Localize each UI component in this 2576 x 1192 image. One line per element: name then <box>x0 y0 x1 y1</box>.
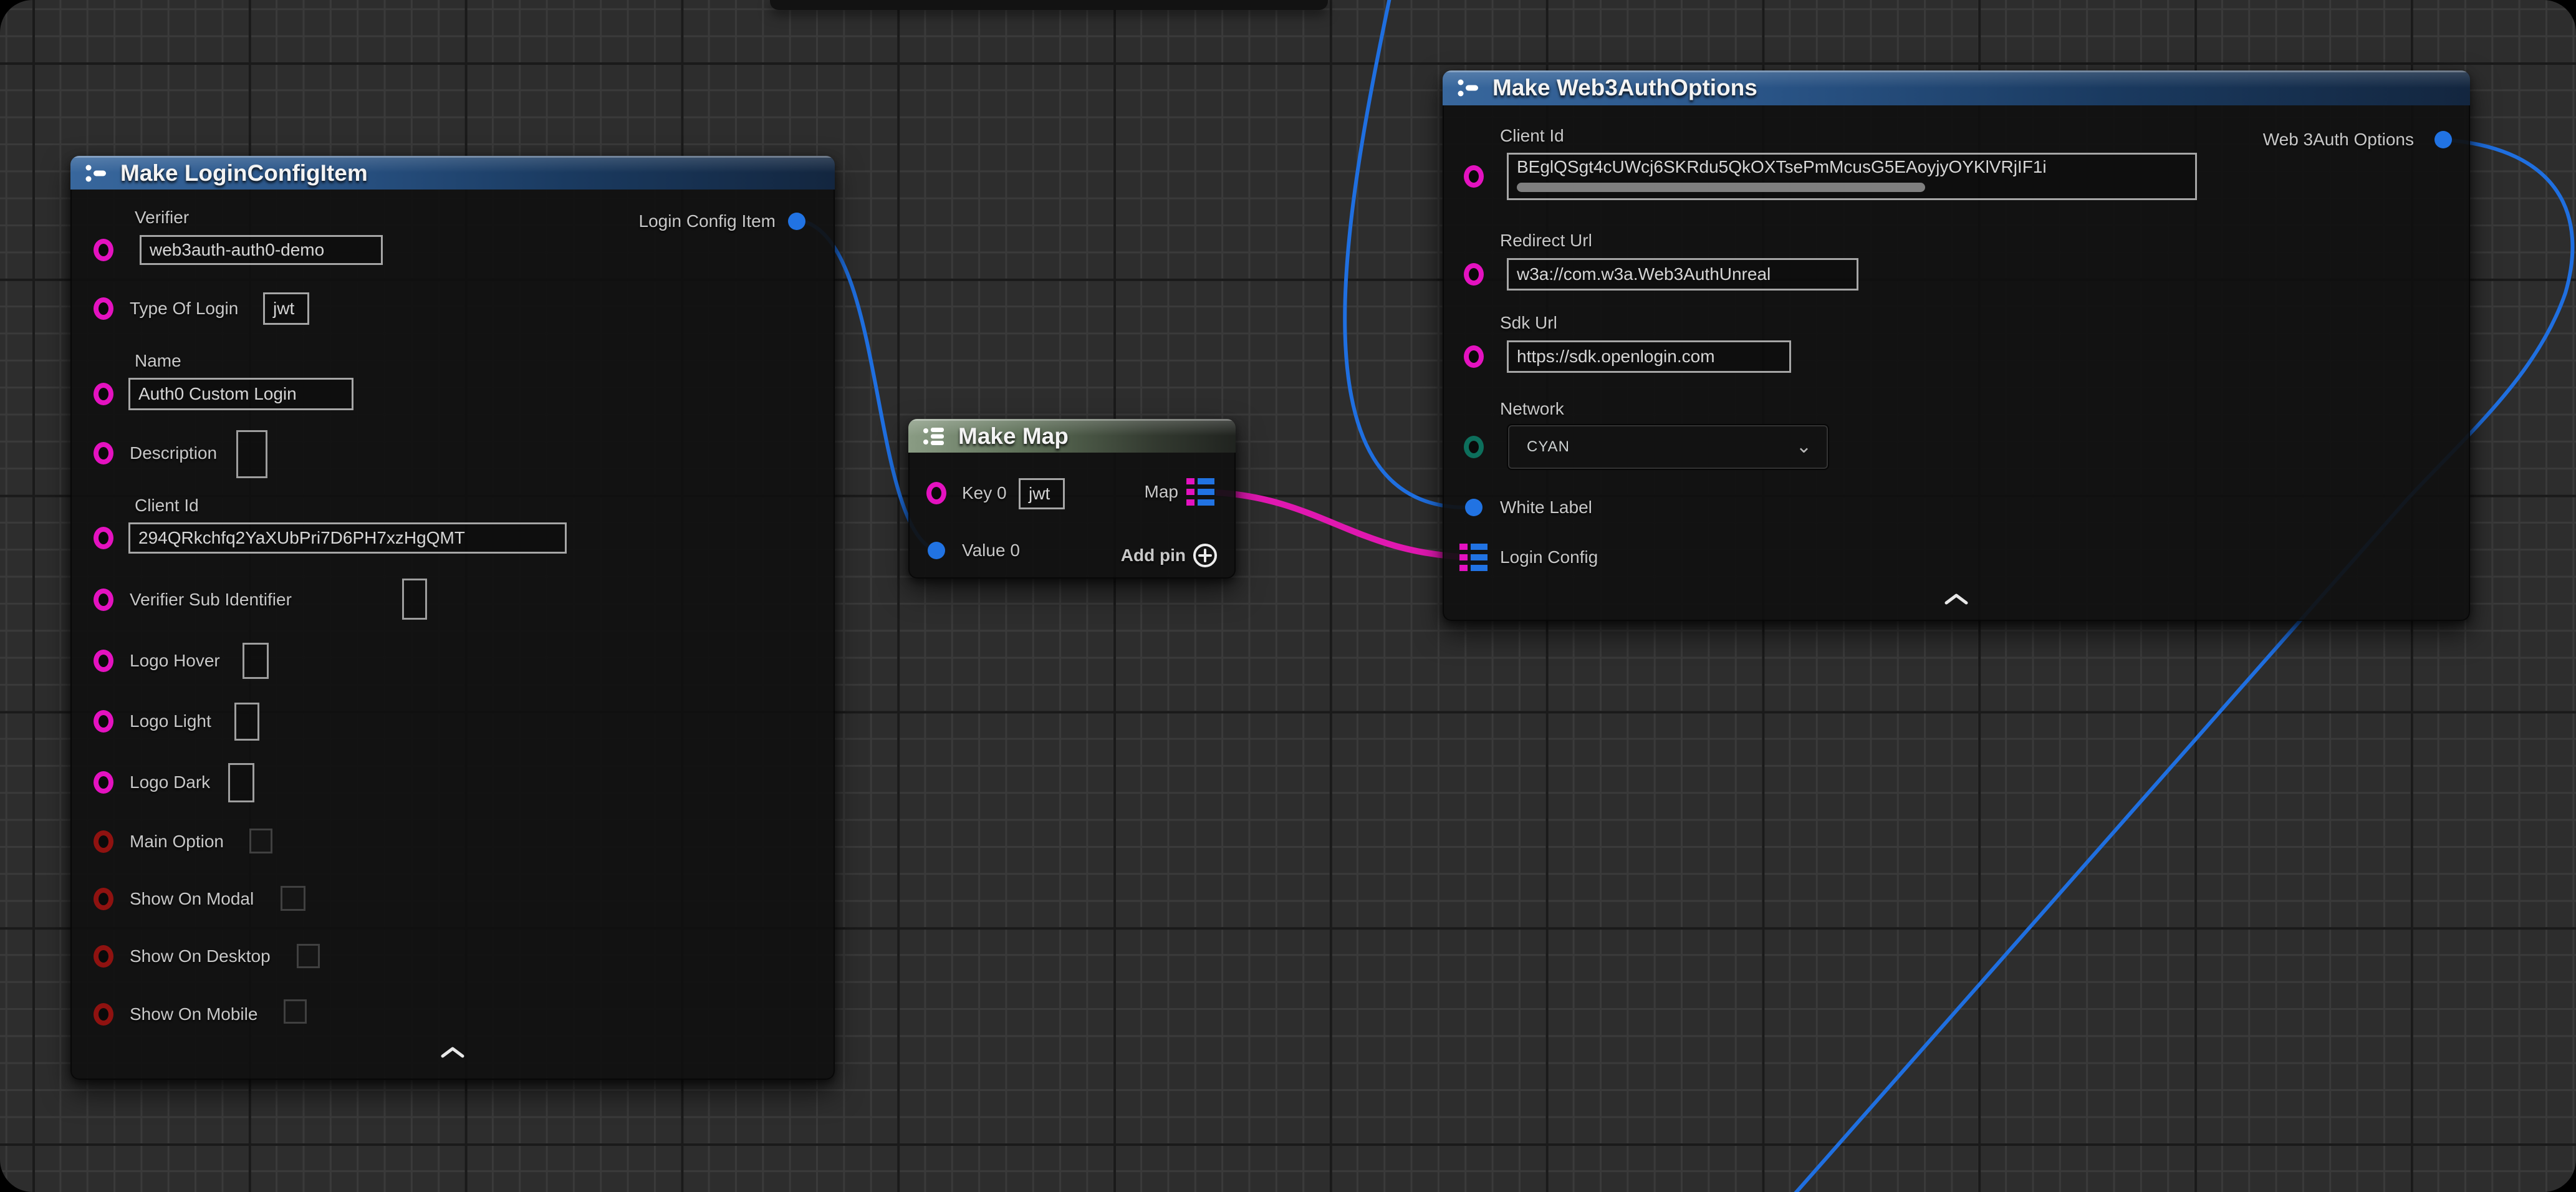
add-pin-label[interactable]: Add pin <box>1121 545 1186 566</box>
pin-client-id[interactable] <box>94 527 113 549</box>
show-on-modal-checkbox[interactable] <box>281 886 305 911</box>
node-make-map[interactable]: Make Map Key 0 jwt Map Value 0 Add pin <box>908 419 1236 579</box>
make-struct-icon <box>1456 75 1481 100</box>
pin-label-description: Description <box>130 443 217 464</box>
output-pin-label: Web 3Auth Options <box>2263 129 2414 150</box>
client-id-scrollbar[interactable] <box>1517 183 1925 192</box>
description-field[interactable] <box>236 430 267 478</box>
pin-label-verifier-sub-identifier: Verifier Sub Identifier <box>130 589 292 610</box>
node-make-loginconfigitem[interactable]: Make LoginConfigItem Login Config Item V… <box>70 156 835 1080</box>
pin-description[interactable] <box>94 442 113 464</box>
pin-show-on-desktop[interactable] <box>94 945 113 968</box>
pin-label-show-on-mobile: Show On Mobile <box>130 1004 257 1025</box>
name-value: Auth0 Custom Login <box>138 384 297 404</box>
add-pin-icon[interactable] <box>1192 542 1218 569</box>
pin-verifier[interactable] <box>94 239 113 261</box>
sdk-url-value: https://sdk.openlogin.com <box>1517 347 1715 367</box>
verifier-sub-identifier-field[interactable] <box>402 579 427 620</box>
show-on-desktop-checkbox[interactable] <box>297 944 320 968</box>
pin-label-name: Name <box>135 350 181 372</box>
main-option-checkbox[interactable] <box>249 829 272 853</box>
pin-redirect-url[interactable] <box>1464 263 1484 286</box>
node-header[interactable]: Make Web3AuthOptions <box>1443 70 2470 105</box>
redirect-url-field[interactable]: w3a://com.w3a.Web3AuthUnreal <box>1507 258 1858 291</box>
pin-label-key-0: Key 0 <box>962 483 1007 504</box>
client-id-field[interactable]: BEglQSgt4cUWcj6SKRdu5QkOXTsePmMcusG5EAoy… <box>1507 153 2197 200</box>
pin-network[interactable] <box>1464 436 1484 458</box>
pin-web3auth-options-output[interactable] <box>2434 131 2452 148</box>
pin-logo-light[interactable] <box>94 710 113 733</box>
verifier-field[interactable]: web3auth-auth0-demo <box>140 235 383 265</box>
node-make-web3authoptions[interactable]: Make Web3AuthOptions Web 3Auth Options C… <box>1443 70 2470 621</box>
key-0-value: jwt <box>1029 484 1050 504</box>
logo-hover-field[interactable] <box>243 643 269 679</box>
node-title: Make Map <box>958 419 1069 453</box>
make-struct-icon <box>84 161 109 186</box>
pin-label-main-option: Main Option <box>130 831 224 852</box>
pin-login-config-item-output[interactable] <box>788 213 805 230</box>
pin-show-on-modal[interactable] <box>94 888 113 910</box>
pin-label-white-label: White Label <box>1500 497 1592 518</box>
pin-white-label[interactable] <box>1465 499 1483 516</box>
sdk-url-field[interactable]: https://sdk.openlogin.com <box>1507 340 1791 373</box>
make-map-icon <box>922 424 947 449</box>
pin-value-0[interactable] <box>928 542 945 559</box>
pin-logo-dark[interactable] <box>94 771 113 794</box>
logo-light-field[interactable] <box>234 703 259 741</box>
type-of-login-value: jwt <box>273 299 294 319</box>
pin-label-show-on-desktop: Show On Desktop <box>130 946 271 967</box>
blueprint-graph-canvas[interactable]: Make LoginConfigItem Login Config Item V… <box>0 0 2576 1192</box>
verifier-value: web3auth-auth0-demo <box>150 240 324 260</box>
node-header[interactable]: Make LoginConfigItem <box>70 156 835 190</box>
pin-label-network: Network <box>1500 398 1564 420</box>
collapse-chevron-icon[interactable] <box>1944 593 1969 605</box>
pin-label-logo-hover: Logo Hover <box>130 650 220 671</box>
pin-label-verifier: Verifier <box>135 207 189 228</box>
pin-sdk-url[interactable] <box>1464 345 1484 368</box>
pin-logo-hover[interactable] <box>94 650 113 672</box>
pin-label-login-config: Login Config <box>1500 547 1598 568</box>
pin-key-0[interactable] <box>926 482 946 504</box>
pin-label-client-id: Client Id <box>1500 125 1564 147</box>
node-title: Make Web3AuthOptions <box>1492 70 1757 104</box>
pin-label-redirect-url: Redirect Url <box>1500 230 1592 251</box>
pin-main-option[interactable] <box>94 830 113 853</box>
node-header[interactable]: Make Map <box>908 419 1236 453</box>
pin-label-value-0: Value 0 <box>962 540 1020 561</box>
client-id-field[interactable]: 294QRkchfq2YaXUbPri7D6PH7xzHgQMT <box>128 522 567 554</box>
name-field[interactable]: Auth0 Custom Login <box>128 378 353 410</box>
network-value: CYAN <box>1527 425 1570 469</box>
pin-map-output[interactable] <box>1186 478 1215 506</box>
client-id-value: BEglQSgt4cUWcj6SKRdu5QkOXTsePmMcusG5EAoy… <box>1517 157 2193 177</box>
offscreen-node-fragment[interactable] <box>770 0 1328 10</box>
pin-label-logo-dark: Logo Dark <box>130 772 210 793</box>
window-frame: Make LoginConfigItem Login Config Item V… <box>0 0 2576 1192</box>
network-dropdown[interactable]: CYAN ⌄ <box>1507 424 1829 470</box>
pin-label-client-id: Client Id <box>135 495 199 516</box>
node-title: Make LoginConfigItem <box>120 156 368 190</box>
output-pin-label: Login Config Item <box>639 211 776 232</box>
pin-verifier-sub-identifier[interactable] <box>94 589 113 611</box>
redirect-url-value: w3a://com.w3a.Web3AuthUnreal <box>1517 264 1771 284</box>
pin-show-on-mobile[interactable] <box>94 1003 113 1026</box>
pin-label-show-on-modal: Show On Modal <box>130 888 254 910</box>
key-0-field[interactable]: jwt <box>1019 478 1065 509</box>
type-of-login-field[interactable]: jwt <box>263 292 309 325</box>
chevron-down-icon: ⌄ <box>1796 437 1812 457</box>
pin-label-sdk-url: Sdk Url <box>1500 312 1557 334</box>
pin-name[interactable] <box>94 383 113 405</box>
pin-label-map: Map <box>1145 481 1178 502</box>
pin-label-logo-light: Logo Light <box>130 711 211 732</box>
client-id-value: 294QRkchfq2YaXUbPri7D6PH7xzHgQMT <box>138 528 465 548</box>
pin-label-type-of-login: Type Of Login <box>130 298 238 319</box>
collapse-chevron-icon[interactable] <box>440 1046 465 1059</box>
pin-login-config[interactable] <box>1459 544 1488 571</box>
pin-type-of-login[interactable] <box>94 297 113 320</box>
show-on-mobile-checkbox[interactable] <box>284 999 307 1024</box>
pin-client-id[interactable] <box>1464 165 1484 188</box>
logo-dark-field[interactable] <box>228 763 254 802</box>
